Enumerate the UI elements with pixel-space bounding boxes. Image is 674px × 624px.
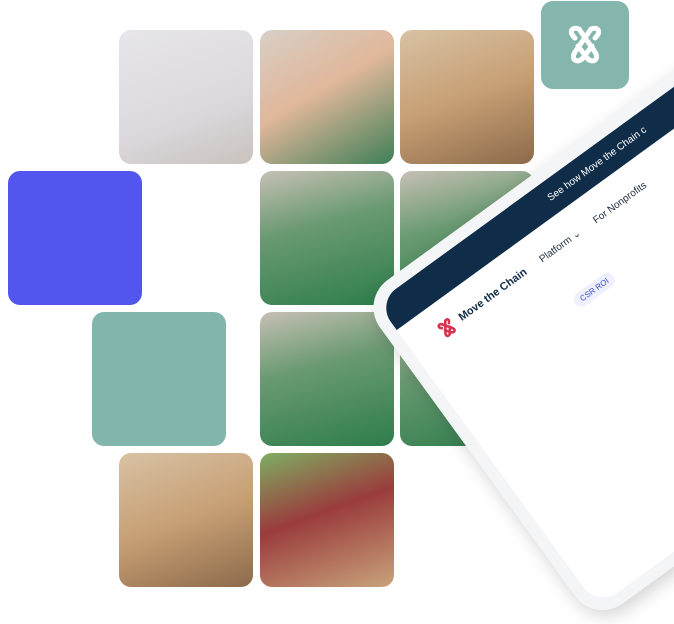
brand-logo-small-icon <box>437 318 456 338</box>
brand-logo-icon <box>568 25 602 64</box>
nav-item-platform[interactable]: Platform ⌄ <box>537 227 583 264</box>
blue-tile <box>8 171 142 305</box>
nav-item-platform-label: Platform <box>537 234 574 265</box>
chip-row: CSR ROI <box>570 269 618 310</box>
photo-tile-r4c1 <box>119 453 253 587</box>
photo-tile-r1c1 <box>119 30 253 164</box>
chevron-down-icon: ⌄ <box>569 227 583 242</box>
photo-tile-r1c3 <box>400 30 534 164</box>
photo-tile-r1c2 <box>260 30 394 164</box>
photo-tile-r4c2 <box>260 453 394 587</box>
nav-item-for-nonprofits[interactable]: For Nonprofits <box>591 180 649 226</box>
chip-csr-roi[interactable]: CSR ROI <box>570 269 618 310</box>
photo-tile-r2c2 <box>260 171 394 305</box>
photo-tile-r3c2 <box>260 312 394 446</box>
teal-tile <box>92 312 226 446</box>
logo-tile <box>541 1 629 89</box>
